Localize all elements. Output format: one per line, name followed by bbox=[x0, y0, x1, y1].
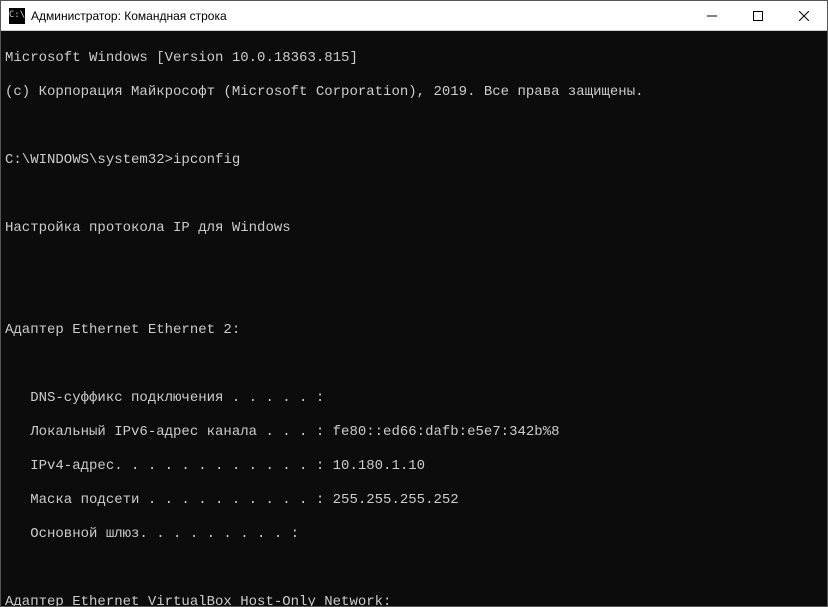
titlebar[interactable]: C:\ Администратор: Командная строка bbox=[1, 1, 827, 31]
adapter-mask: Маска подсети . . . . . . . . . . : 255.… bbox=[5, 492, 823, 509]
cmd-icon: C:\ bbox=[9, 8, 25, 24]
blank-line bbox=[5, 254, 823, 271]
command-prompt-window: C:\ Администратор: Командная строка Micr… bbox=[0, 0, 828, 607]
maximize-button[interactable] bbox=[735, 1, 781, 31]
terminal-output[interactable]: Microsoft Windows [Version 10.0.18363.81… bbox=[1, 31, 827, 606]
blank-line bbox=[5, 118, 823, 135]
banner-line: Microsoft Windows [Version 10.0.18363.81… bbox=[5, 50, 823, 67]
banner-line: (c) Корпорация Майкрософт (Microsoft Cor… bbox=[5, 84, 823, 101]
blank-line bbox=[5, 288, 823, 305]
blank-line bbox=[5, 186, 823, 203]
adapter-title: Адаптер Ethernet Ethernet 2: bbox=[5, 322, 823, 339]
adapter-dns: DNS-суффикс подключения . . . . . : bbox=[5, 390, 823, 407]
blank-line bbox=[5, 356, 823, 373]
prompt-path: C:\WINDOWS\system32> bbox=[5, 152, 173, 168]
adapter-ipv6: Локальный IPv6-адрес канала . . . : fe80… bbox=[5, 424, 823, 441]
blank-line bbox=[5, 560, 823, 577]
close-button[interactable] bbox=[781, 1, 827, 31]
maximize-icon bbox=[753, 11, 763, 21]
prompt-line: C:\WINDOWS\system32>ipconfig bbox=[5, 152, 823, 169]
minimize-icon bbox=[707, 11, 717, 21]
window-title: Администратор: Командная строка bbox=[31, 9, 227, 23]
adapter-ipv4: IPv4-адрес. . . . . . . . . . . . : 10.1… bbox=[5, 458, 823, 475]
adapter-gateway: Основной шлюз. . . . . . . . . : bbox=[5, 526, 823, 543]
adapter-title: Адаптер Ethernet VirtualBox Host-Only Ne… bbox=[5, 594, 823, 606]
prompt-command: ipconfig bbox=[173, 152, 240, 168]
close-icon bbox=[799, 11, 809, 21]
ipconfig-heading: Настройка протокола IP для Windows bbox=[5, 220, 823, 237]
minimize-button[interactable] bbox=[689, 1, 735, 31]
